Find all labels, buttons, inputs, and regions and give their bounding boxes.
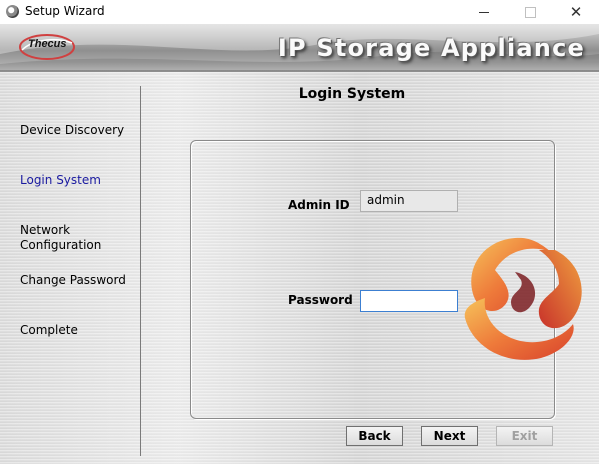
maximize-icon [524,6,536,18]
step-network-configuration: Network Configuration [20,223,102,252]
sidebar-divider [140,86,141,456]
next-button[interactable]: Next [421,426,478,446]
app-icon [6,5,19,18]
back-button[interactable]: Back [346,426,403,446]
admin-id-label: Admin ID [288,198,350,212]
close-icon: ✕ [569,3,583,21]
product-title: IP Storage Appliance [277,34,585,62]
step-device-discovery: Device Discovery [20,123,125,137]
password-label: Password [288,293,353,307]
admin-id-field[interactable]: admin [360,190,458,212]
minimize-icon [479,11,489,13]
logo-text: Thecus [28,38,67,50]
password-field[interactable] [360,290,458,312]
close-button[interactable]: ✕ [553,0,599,24]
header-banner: Thecus IP Storage Appliance [0,24,599,72]
step-login-system: Login System [20,173,101,187]
step-complete: Complete [20,323,78,337]
page-heading: Login System [298,86,406,102]
watermark-logo [464,237,582,360]
step-change-password: Change Password [20,273,126,287]
window-title: Setup Wizard [25,4,105,18]
title-bar: Setup Wizard ✕ [0,0,599,24]
minimize-button[interactable] [461,0,507,24]
maximize-button[interactable] [507,0,553,24]
exit-button[interactable]: Exit [496,426,553,446]
